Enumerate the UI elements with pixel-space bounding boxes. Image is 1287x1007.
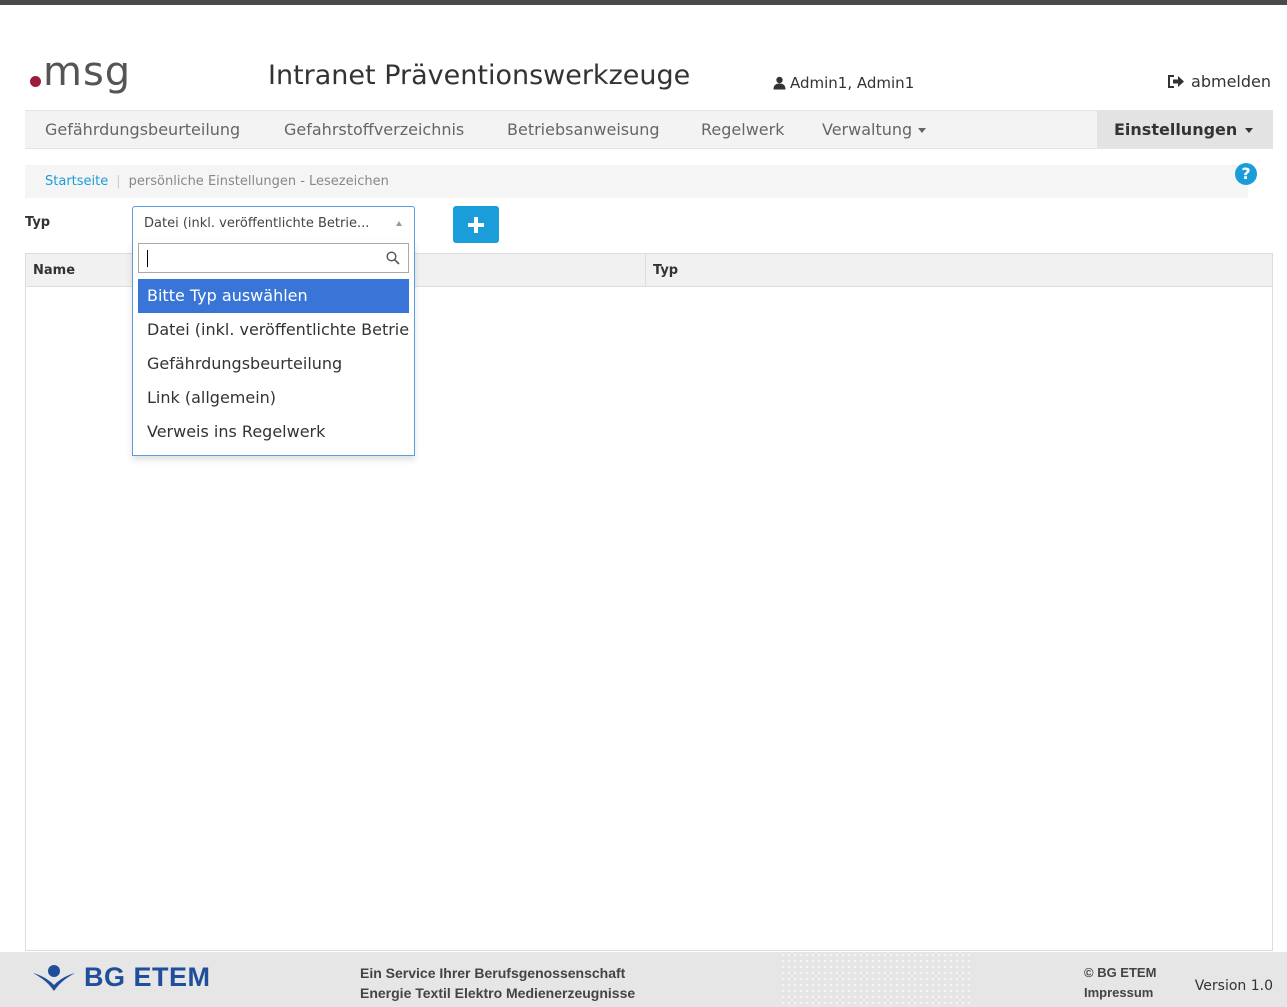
breadcrumb-home-link[interactable]: Startseite [45, 174, 108, 189]
nav-item-gefaehrdungsbeurteilung[interactable]: Gefährdungsbeurteilung [45, 111, 240, 148]
footer-service-text: Ein Service Ihrer Berufsgenossenschaft E… [360, 963, 635, 1003]
nav-item-betriebsanweisung[interactable]: Betriebsanweisung [507, 111, 660, 148]
search-icon [386, 251, 400, 265]
footer-service-line: Ein Service Ihrer Berufsgenossenschaft [360, 965, 626, 981]
breadcrumb: Startseite | persönliche Einstellungen - L… [25, 165, 1248, 198]
dropdown-option[interactable]: Verweis ins Regelwerk [138, 415, 409, 449]
dropdown-option[interactable]: Link (allgemein) [138, 381, 409, 415]
nav-item-label: Gefahrstoffverzeichnis [284, 120, 465, 139]
text-cursor [147, 250, 148, 267]
logo-dot [30, 76, 41, 87]
typ-select-value: Datei (inkl. veröffentlichte Betrie... [144, 216, 370, 231]
logout-label: abmelden [1191, 72, 1271, 91]
bg-etem-logo-icon [33, 964, 75, 991]
impressum-link[interactable]: Impressum [1084, 983, 1156, 1003]
user-info: Admin1, Admin1 [773, 74, 914, 92]
typ-filter-label: Typ [25, 215, 51, 230]
top-bar [0, 0, 1287, 5]
logo-text: msg [43, 49, 132, 95]
footer: BG ETEM Ein Service Ihrer Berufsgenossen… [0, 952, 1287, 1007]
nav-item-regelwerk[interactable]: Regelwerk [701, 111, 784, 148]
breadcrumb-separator: | [116, 174, 121, 189]
app-title: Intranet Präventionswerkzeuge [268, 60, 691, 91]
footer-copyright: © BG ETEM [1084, 965, 1157, 980]
logout-link[interactable]: abmelden [1167, 72, 1271, 91]
plus-icon [468, 217, 484, 233]
dropdown-options: Bitte Typ auswählen Datei (inkl. veröffe… [138, 279, 409, 449]
dropdown-option[interactable]: Datei (inkl. veröffentlichte Betrie [138, 313, 409, 347]
nav-item-label: Regelwerk [701, 120, 785, 139]
dropdown-option[interactable]: Gefährdungsbeurteilung [138, 347, 409, 381]
nav-item-verwaltung[interactable]: Verwaltung [822, 111, 927, 148]
footer-brand: BG ETEM [84, 962, 211, 992]
column-header-name[interactable]: Name [26, 254, 75, 287]
footer-service-line: Energie Textil Elektro Medienerzeugnisse [360, 985, 636, 1001]
dropdown-search [138, 243, 409, 273]
footer-dot-pattern [780, 952, 970, 1007]
dropdown-search-input[interactable] [139, 244, 379, 272]
nav-item-einstellungen[interactable]: Einstellungen [1097, 111, 1273, 148]
nav-item-label: Verwaltung [822, 120, 913, 139]
add-bookmark-button[interactable] [453, 206, 499, 243]
caret-down-icon [1245, 128, 1254, 133]
nav-item-label: Betriebsanweisung [507, 120, 660, 139]
msg-logo[interactable]: msg [28, 50, 158, 100]
user-name: Admin1, Admin1 [790, 74, 915, 92]
footer-copyright-block: © BG ETEM Impressum [1084, 963, 1156, 1003]
column-header-typ[interactable]: Typ [646, 254, 678, 287]
nav-item-label: Gefährdungsbeurteilung [45, 120, 241, 139]
bg-etem-logo[interactable]: BG ETEM [32, 962, 211, 993]
breadcrumb-current: persönliche Einstellungen - Lesezeichen [128, 174, 389, 189]
typ-dropdown: Bitte Typ auswählen Datei (inkl. veröffe… [132, 240, 415, 456]
nav-item-label: Einstellungen [1114, 120, 1238, 139]
help-icon[interactable]: ? [1235, 163, 1257, 185]
sign-out-icon [1168, 75, 1185, 88]
version-label: Version 1.0 [1194, 978, 1273, 994]
caret-down-icon [918, 128, 927, 133]
caret-up-icon [396, 221, 402, 226]
dropdown-option[interactable]: Bitte Typ auswählen [138, 279, 409, 313]
user-icon [773, 76, 786, 90]
nav-item-gefahrstoffverzeichnis[interactable]: Gefahrstoffverzeichnis [284, 111, 464, 148]
typ-select[interactable]: Datei (inkl. veröffentlichte Betrie... [132, 206, 415, 241]
main-nav: Gefährdungsbeurteilung Gefahrstoffverzei… [25, 110, 1273, 149]
